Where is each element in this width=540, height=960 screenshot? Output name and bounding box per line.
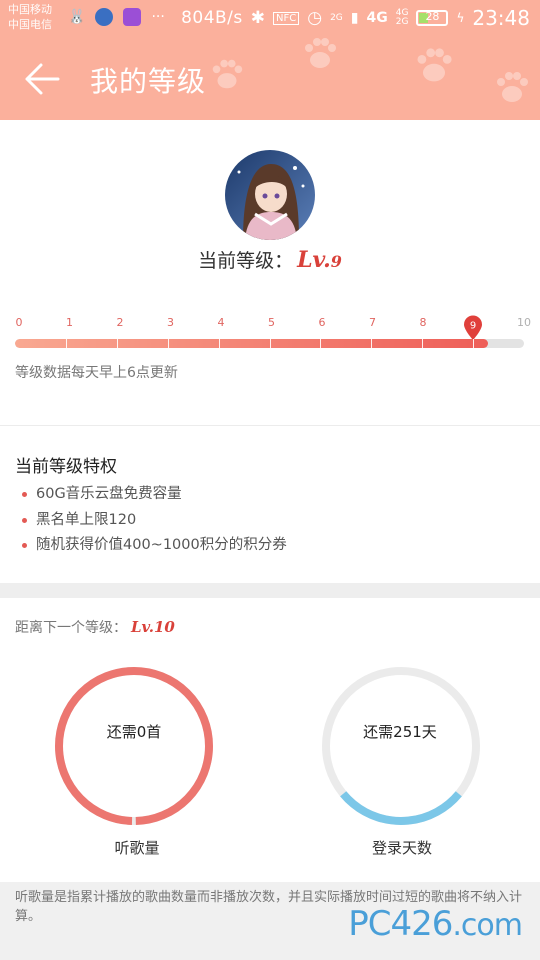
level-tick: 10 [517,316,531,329]
nfc-icon: NFC [273,11,300,25]
privilege-item: 黑名单上限120 [22,510,287,536]
songs-progress-arc [55,667,213,825]
more-icon: ··· [151,9,165,25]
carrier-2: 中国电信 [8,18,52,31]
svg-text:9: 9 [470,321,476,332]
level-progress-bar [15,339,524,348]
songs-remaining: 还需0首 [106,723,162,741]
days-remaining: 还需251天 [363,723,437,741]
level-tick: 1 [66,316,73,329]
page-title: 我的等级 [90,65,207,98]
watermark-logo: PC426.com [348,904,523,944]
days-progress-arc [322,667,480,825]
privileges-title: 当前等级特权 [15,457,117,477]
signal-4g-2g-icon: 4G 2G [395,8,409,27]
gallery-icon [123,8,142,26]
signal-4g-icon: 4G [366,10,388,26]
progress-segment-divider [320,339,322,348]
net-speed: 804B/s [181,8,243,28]
songs-progress-ring [55,667,213,825]
signal-2g-icon: 2G [330,13,343,23]
level-tick: 4 [217,316,225,329]
bluetooth-icon: ✱ [250,8,266,28]
carrier-info: 中国移动 中国电信 [8,2,52,32]
current-level-marker: 9 [464,315,482,340]
battery-icon: 28 [416,10,449,26]
level-ticks: 0 1 2 3 4 5 6 7 8 10 [15,316,532,332]
privileges-list: 60G音乐云盘免费容量 黑名单上限120 随机获得价值400~1000积分的积分… [22,484,287,561]
progress-segment-divider [218,339,220,348]
status-right: 804B/s ✱ NFC ◷ 2G ▮ 4G 4G 2G 28 ϟ 23:48 [181,6,530,30]
level-tick: 8 [419,316,427,329]
charging-icon: ϟ [456,11,465,25]
current-level: 当前等级： Lv.9 [0,246,540,273]
back-arrow-icon[interactable] [24,62,60,96]
divider [0,425,540,426]
progress-segment-divider [167,339,169,348]
avatar[interactable] [225,150,315,240]
paw-decoration [417,48,452,82]
progress-segment-divider [371,339,373,348]
status-bar: 中国移动 中国电信 🐰 ··· 804B/s ✱ NFC ◷ 2G ▮ 4G 4… [0,0,540,38]
level-tick: 2 [116,316,124,329]
section-gap [0,583,540,598]
privilege-item: 随机获得价值400~1000积分的积分券 [22,535,287,561]
progress-segment-divider [473,339,475,348]
next-level: 距离下一个等级： Lv.10 [15,617,175,637]
days-progress-ring [322,667,480,825]
next-level-label: 距离下一个等级： [15,620,127,636]
songs-caption: 听歌量 [114,839,160,857]
alarm-icon: ◷ [307,8,323,28]
bunny-icon: 🐰 [68,9,86,25]
signal-bars-icon: ▮ [350,10,359,26]
footer: 听歌量是指累计播放的歌曲数量而非播放次数，并且实际播放时间过短的歌曲将不纳入计算… [0,882,540,960]
shield-icon [95,8,114,26]
current-level-badge: Lv.9 [297,247,342,273]
next-level-badge: Lv.10 [131,618,175,636]
level-tick: 6 [318,316,326,329]
progress-segment-divider [116,339,118,348]
level-tick: 0 [15,316,23,329]
days-caption: 登录天数 [371,839,432,857]
progress-segment-divider [65,339,67,348]
progress-segment-divider [422,339,424,348]
paw-decoration [305,38,336,68]
paw-decoration [497,72,528,102]
level-progress-fill [15,339,489,348]
app-bar: 我的等级 [0,38,540,120]
progress-segment-divider [269,339,271,348]
privilege-item: 60G音乐云盘免费容量 [22,484,287,510]
carrier-1: 中国移动 [8,3,52,16]
notification-icons: 🐰 ··· [68,8,165,26]
update-note: 等级数据每天早上6点更新 [15,365,178,381]
clock: 23:48 [472,6,530,30]
current-level-label: 当前等级： [198,250,294,272]
paw-decoration [212,59,243,89]
level-tick: 3 [167,316,174,329]
level-tick: 7 [369,316,376,329]
level-tick: 5 [268,316,275,329]
